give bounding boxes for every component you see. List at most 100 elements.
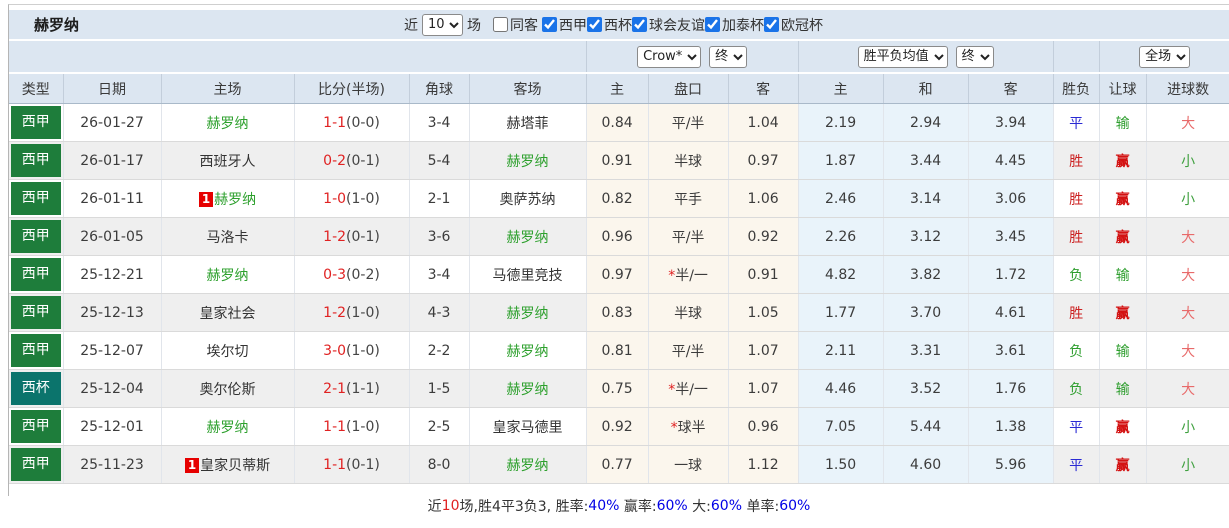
league-badge: 西杯 xyxy=(11,372,61,405)
handicap-line-cell: 平/半 xyxy=(648,103,729,142)
fulltime-score: 1-0 xyxy=(323,190,347,207)
rank-badge: 1 xyxy=(184,457,200,473)
filter-laliga-label: 西甲 xyxy=(559,17,587,34)
handicap-line: 半球 xyxy=(674,305,703,322)
avg-away-odds-cell: 4.61 xyxy=(968,293,1054,332)
league-badge: 西甲 xyxy=(11,334,61,367)
avg-home-odds-cell: 2.26 xyxy=(798,217,884,256)
avg-away-odds-cell: 1.72 xyxy=(968,255,1054,294)
handicap-line-cell: *球半 xyxy=(648,407,729,446)
league-badge: 西甲 xyxy=(11,182,61,215)
home-team-cell: 埃尔切 xyxy=(161,331,295,370)
home-team-name: 西班牙人 xyxy=(199,153,256,170)
handicap-result-cell: 赢 xyxy=(1099,179,1147,218)
handicap-result-cell: 赢 xyxy=(1099,407,1147,446)
col-hcp-line: 盘口 xyxy=(648,73,729,104)
avg-draw-odds-cell: 4.60 xyxy=(883,445,969,484)
filter-copa-checkbox[interactable] xyxy=(587,17,602,32)
date-cell: 25-12-07 xyxy=(63,331,162,370)
date-cell: 26-01-17 xyxy=(63,141,162,180)
title-bar: 赫罗纳 近 10 场 同客 西甲 西杯 球会友谊 加泰杯 欧冠杯 xyxy=(9,10,1229,39)
col-avg-home: 主 xyxy=(798,73,884,104)
matches-count-select[interactable]: 10 xyxy=(422,13,463,36)
avg-stage-select[interactable]: 终 xyxy=(955,45,994,68)
away-team-name: 马德里竞技 xyxy=(492,267,563,284)
handicap-result-cell: 赢 xyxy=(1099,445,1147,484)
handicap-result-cell: 赢 xyxy=(1099,293,1147,332)
avg-draw-odds-cell: 3.52 xyxy=(883,369,969,408)
handicap-home-odds-cell: 0.77 xyxy=(586,445,649,484)
avg-draw-odds-cell: 3.12 xyxy=(883,217,969,256)
goals-result-cell: 大 xyxy=(1146,331,1229,370)
fulltime-score: 3-0 xyxy=(323,342,347,359)
home-team-name: 皇家社会 xyxy=(199,305,256,322)
home-team-cell: 西班牙人 xyxy=(161,141,295,180)
avg-away-odds-cell: 4.45 xyxy=(968,141,1054,180)
avg-draw-odds-cell: 5.44 xyxy=(883,407,969,446)
away-team-cell: 赫罗纳 xyxy=(469,141,587,180)
filter-friendly-checkbox[interactable] xyxy=(632,17,647,32)
table-row: 西甲 25-11-23 1 皇家贝蒂斯 1-1(0-1) 8-0 赫罗纳 0.77… xyxy=(9,445,1229,484)
halftime-score: (0-1) xyxy=(346,228,380,245)
home-team-name: 赫罗纳 xyxy=(206,267,249,284)
score-cell: 1-1(0-1) xyxy=(294,445,410,484)
result-cell: 胜 xyxy=(1053,217,1100,256)
footer-asian-rate: 60% xyxy=(656,498,688,514)
odds-company-select[interactable]: Crow* xyxy=(637,45,702,68)
avg-home-odds-cell: 1.87 xyxy=(798,141,884,180)
handicap-line: 平手 xyxy=(674,191,703,208)
result-cell: 胜 xyxy=(1053,141,1100,180)
fulltime-score: 1-2 xyxy=(323,304,347,321)
summary-footer: 近 10 场,胜4平3负3, 胜率: 40% 赢率: 60% 大: 60% 单率: 60% xyxy=(9,484,1229,528)
goals-result-cell: 小 xyxy=(1146,445,1229,484)
odds-stage-select[interactable]: 终 xyxy=(709,45,748,68)
goals-result-cell: 小 xyxy=(1146,407,1229,446)
away-team-name: 皇家马德里 xyxy=(492,419,563,436)
score-cell: 3-0(1-0) xyxy=(294,331,410,370)
result-cell: 平 xyxy=(1053,103,1100,142)
avg-home-odds-cell: 1.77 xyxy=(798,293,884,332)
avg-home-odds-cell: 4.46 xyxy=(798,369,884,408)
halftime-score: (1-0) xyxy=(346,418,380,435)
away-team-name: 奥萨苏纳 xyxy=(499,191,556,208)
filter-copa-label: 西杯 xyxy=(604,17,632,34)
avg-type-select[interactable]: 胜平负均值 xyxy=(857,45,948,68)
selector-row-spacer xyxy=(9,41,587,74)
date-cell: 25-11-23 xyxy=(63,445,162,484)
result-cell: 负 xyxy=(1053,255,1100,294)
handicap-line: 平/半 xyxy=(671,115,705,132)
same-venue-checkbox[interactable] xyxy=(493,17,508,32)
col-let: 让球 xyxy=(1099,73,1147,104)
league-cell: 西甲 xyxy=(9,331,64,370)
filter-laliga-checkbox[interactable] xyxy=(542,17,557,32)
home-team-name: 赫罗纳 xyxy=(214,191,257,208)
goals-result-cell: 大 xyxy=(1146,103,1229,142)
home-team-cell: 1 赫罗纳 xyxy=(161,179,295,218)
handicap-line: 一球 xyxy=(674,457,703,474)
filter-copa: 西杯 xyxy=(587,15,632,35)
filter-controls: 近 10 场 同客 西甲 西杯 球会友谊 加泰杯 欧冠杯 xyxy=(404,13,823,36)
filter-ucl-checkbox[interactable] xyxy=(764,17,779,32)
footer-big-label: 大: xyxy=(687,499,711,515)
away-team-name: 赫罗纳 xyxy=(506,229,549,246)
same-venue-label: 同客 xyxy=(510,17,538,34)
goals-result-cell: 大 xyxy=(1146,255,1229,294)
footer-record-text: 场,胜4平3负3, 胜率: xyxy=(459,499,589,515)
date-cell: 26-01-27 xyxy=(63,103,162,142)
handicap-home-odds-cell: 0.84 xyxy=(586,103,649,142)
result-cell: 胜 xyxy=(1053,179,1100,218)
scope-select[interactable]: 全场 xyxy=(1139,45,1191,68)
score-cell: 1-2(1-0) xyxy=(294,293,410,332)
handicap-home-odds-cell: 0.92 xyxy=(586,407,649,446)
goals-result-cell: 大 xyxy=(1146,293,1229,332)
avg-draw-odds-cell: 2.94 xyxy=(883,103,969,142)
col-result: 胜负 xyxy=(1053,73,1100,104)
table-row: 西甲 25-12-13 皇家社会 1-2(1-0) 4-3 赫罗纳 0.83 半… xyxy=(9,293,1229,332)
league-badge: 西甲 xyxy=(11,258,61,291)
filter-catalan-cup-checkbox[interactable] xyxy=(705,17,720,32)
handicap-away-odds-cell: 0.92 xyxy=(728,217,799,256)
halftime-score: (1-0) xyxy=(346,304,380,321)
avg-draw-odds-cell: 3.31 xyxy=(883,331,969,370)
score-cell: 0-2(0-1) xyxy=(294,141,410,180)
corner-cell: 2-5 xyxy=(409,407,470,446)
